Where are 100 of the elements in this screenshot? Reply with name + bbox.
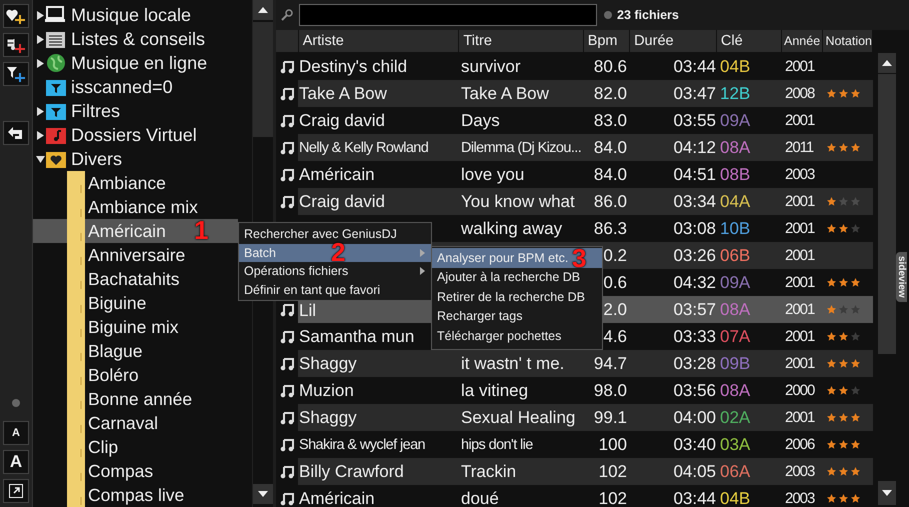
scroll-up-icon[interactable]: [878, 53, 896, 73]
table-cell-text: 03:33: [672, 326, 717, 348]
submenu-arrow-icon: [420, 267, 425, 276]
tree-item[interactable]: Dossiers Virtuel: [71, 124, 197, 146]
tree-item[interactable]: Anniversaire: [33, 243, 238, 267]
tree-item[interactable]: Bonne année: [33, 387, 238, 411]
table-cell: 102: [585, 458, 631, 485]
expander-icon[interactable]: [36, 58, 44, 68]
tree-item[interactable]: Listes & conseils: [71, 28, 206, 50]
scroll-down-icon[interactable]: [253, 484, 273, 504]
globe-icon: [45, 53, 67, 73]
table-cell-text: 84.0: [592, 164, 628, 186]
tree-item[interactable]: Boléro: [33, 363, 238, 387]
table-cell: 08A: [720, 380, 750, 400]
font-size-button[interactable]: A: [3, 450, 29, 474]
table-cell-text: 03:40: [672, 434, 717, 456]
sideview-tab[interactable]: sideview: [896, 252, 907, 302]
scroll-up-icon[interactable]: [253, 0, 273, 20]
table-cell-text: Craig david: [298, 110, 386, 132]
table-cell: 10B: [720, 218, 750, 238]
table-cell-text: 03:44: [672, 488, 717, 507]
table-cell: 04:05: [631, 458, 718, 485]
tree-item[interactable]: Ambiance mix: [33, 195, 238, 219]
tree-item[interactable]: Ambiance: [33, 171, 238, 195]
table-cell: 94.7: [585, 350, 631, 377]
favorite-add-icon[interactable]: [3, 4, 29, 28]
column-header[interactable]: Bpm: [584, 30, 630, 52]
font-size-button[interactable]: A: [3, 421, 29, 445]
menu-item[interactable]: Télécharger pochettes: [432, 326, 602, 346]
table-cell: 82.0: [585, 80, 631, 107]
table-cell: 04B: [720, 56, 750, 76]
music-note-icon: [280, 140, 294, 154]
table-cell: 04:00: [631, 404, 718, 431]
tree-item[interactable]: Divers: [71, 148, 122, 170]
table-cell-text: 98.0: [592, 380, 628, 402]
table-cell-text: 2001: [784, 111, 816, 131]
search-field[interactable]: [299, 4, 597, 26]
table-cell: 2003: [783, 458, 824, 485]
column-header[interactable]: Année: [782, 30, 822, 52]
table-cell-text: 2001: [784, 273, 816, 293]
column-header[interactable]: Notation: [823, 30, 872, 52]
table-cell-text: 2001: [784, 219, 816, 239]
tree-item[interactable]: Américain 1: [33, 219, 238, 243]
table-cell: 2008: [783, 80, 824, 107]
star-icon: [827, 440, 836, 449]
star-icon: [839, 278, 848, 287]
table-cell-text: love you: [460, 164, 526, 186]
column-header[interactable]: Titre: [459, 30, 583, 52]
music-note-icon: [280, 438, 294, 452]
music-note-icon: [280, 86, 294, 100]
table-cell: 06A: [720, 462, 750, 482]
table-cell: 04A: [720, 192, 750, 212]
table-cell-text: la vitineg: [460, 380, 530, 402]
star-icon: [827, 224, 836, 233]
filter-folder-icon: [45, 77, 67, 97]
filter-add-icon[interactable]: [3, 62, 29, 86]
table-cell-text: 2001: [784, 327, 816, 347]
table-cell-text: Shakira & wyclef jean: [298, 436, 426, 454]
expander-icon[interactable]: [36, 34, 44, 44]
scrollbar-thumb[interactable]: [878, 74, 896, 354]
table-cell-text: survivor: [460, 56, 522, 78]
tree-item[interactable]: Biguine mix: [33, 315, 238, 339]
tree-item[interactable]: Musique locale: [71, 4, 192, 26]
tree-item[interactable]: Biguine: [33, 291, 238, 315]
column-header[interactable]: Durée: [630, 30, 716, 52]
menu-item[interactable]: Batch 2: [239, 244, 431, 262]
tree-item[interactable]: Clip: [33, 435, 238, 459]
tree-item[interactable]: Compas live: [33, 483, 238, 507]
expander-icon[interactable]: [36, 154, 44, 164]
music-add-icon[interactable]: [3, 33, 29, 57]
tree-item[interactable]: Musique en ligne: [71, 52, 208, 74]
column-header[interactable]: Artiste: [298, 30, 458, 52]
tree-item[interactable]: Carnaval: [33, 411, 238, 435]
tree-item[interactable]: Compas: [33, 459, 238, 483]
star-icon: [827, 143, 836, 152]
star-icon: [839, 332, 848, 341]
expander-icon[interactable]: [36, 10, 44, 20]
tree-item[interactable]: Bachatahits: [33, 267, 238, 291]
star-icon: [851, 467, 860, 476]
table-cell-text: walking away: [460, 218, 564, 240]
popout-icon[interactable]: [3, 479, 29, 503]
table-cell: 09A: [720, 110, 750, 130]
table-cell: 08A: [720, 300, 750, 320]
column-header[interactable]: Clé: [716, 30, 782, 52]
tree-item[interactable]: isscanned=0: [71, 76, 173, 98]
tree-item[interactable]: Blague: [33, 339, 238, 363]
menu-item[interactable]: Opérations fichiers: [239, 262, 431, 280]
dot-icon[interactable]: [11, 398, 21, 408]
music-note-icon: [280, 60, 294, 74]
table-cell-text: 04:32: [672, 272, 717, 294]
expander-icon[interactable]: [36, 130, 44, 140]
scroll-down-icon[interactable]: [878, 481, 896, 505]
table-cell: 04B: [720, 488, 750, 507]
star-icon: [827, 467, 836, 476]
expander-icon[interactable]: [36, 106, 44, 116]
folder-icon: [67, 483, 85, 507]
table-cell-text: 83.0: [592, 110, 628, 132]
menu-item[interactable]: Définir en tant que favori: [239, 280, 431, 299]
scrollbar-thumb[interactable]: [253, 22, 273, 137]
tree-item[interactable]: Filtres: [71, 100, 120, 122]
